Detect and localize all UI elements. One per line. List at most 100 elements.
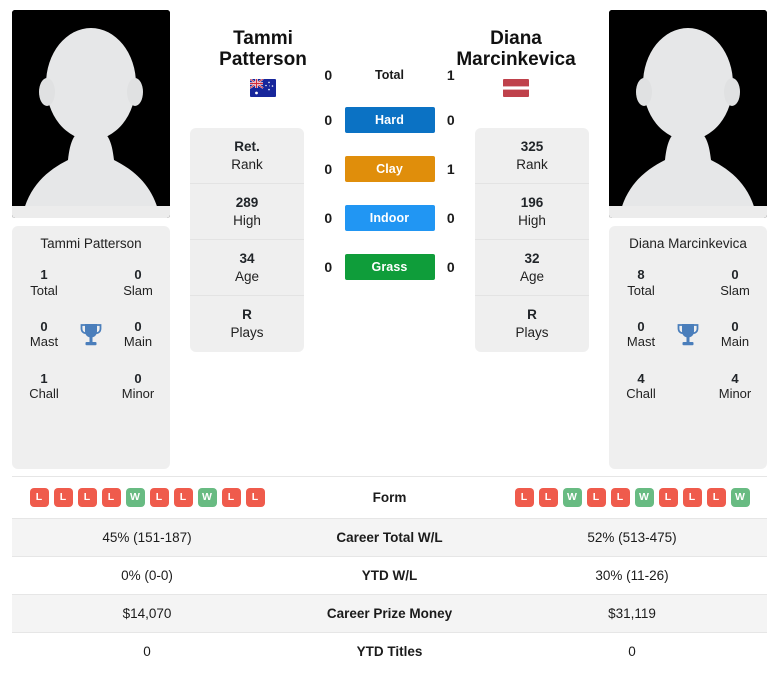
left-titles-mast: 0 Mast [20,319,68,351]
right-form-badge[interactable]: L [538,488,558,507]
left-titles-slam-label: Slam [123,282,153,298]
right-titles-total-value: 8 [637,267,645,282]
right-player-photo [609,10,767,218]
row-label-form: Form [372,490,407,505]
left-titles-minor-value: 0 [134,370,142,386]
left-player-first-name: Tammi [233,28,293,49]
comparison-table: LLLLWLLWLL Form LLWLLWLLLW 45% (151-187)… [12,476,767,670]
left-form-badge[interactable]: L [53,488,73,507]
right-player-titles-card: Diana Marcinkevica 8 Total 0 Slam 0 Mast [609,226,767,469]
left-form-badge[interactable]: L [221,488,241,507]
left-player-name-block[interactable]: Tammi Patterson [188,28,338,97]
player-avatar-placeholder-icon [12,10,170,218]
left-stat-high-label: High [233,212,261,228]
table-row-career-prize-money: $14,070 Career Prize Money $31,119 [12,594,767,633]
right-form-badge[interactable]: W [562,488,582,507]
right-player-stat-column: 325 Rank 196 High 32 Age R Plays [475,128,589,352]
left-form-badge[interactable]: L [101,488,121,507]
surface-badge-grass[interactable]: Grass [344,254,435,280]
left-form-badge[interactable]: L [29,488,49,507]
left-stat-rank-value: Ret. [234,138,260,154]
right-stat-high-label: High [518,212,546,228]
right-titles-chall-value: 4 [637,370,645,386]
right-stat-rank-value: 325 [520,138,544,154]
left-player-last-name: Patterson [219,49,307,71]
left-stat-age-label: Age [234,268,260,284]
left-stat-age-value: 34 [239,250,255,266]
right-titles-main: 0 Main [711,319,759,351]
right-titles-minor: 4 Minor [711,371,759,403]
left-form-badge[interactable]: W [125,488,145,507]
h2h-row-grass: 0 Grass 0 [312,254,467,280]
left-stat-high: 289 High [190,184,304,240]
right-form-cell: LLWLLWLLLW [497,477,767,519]
left-career-prize-money: $14,070 [122,606,172,621]
right-form-badge[interactable]: W [634,488,654,507]
right-stat-plays: R Plays [475,296,589,352]
row-label-career-total-wl: Career Total W/L [336,530,443,545]
right-titles-slam-label: Slam [720,282,750,298]
left-titles-grid: 1 Total 0 Slam 0 Mast 0 Main 1 Chall 0 M… [20,267,162,403]
right-player-name-block[interactable]: Diana Marcinkevica [441,28,591,97]
trophy-icon [68,322,114,348]
left-titles-minor: 0 Minor [114,371,162,403]
right-titles-mast-value: 0 [637,318,645,334]
right-form-badge[interactable]: L [682,488,702,507]
left-form-badge[interactable]: L [149,488,169,507]
right-form-badge[interactable]: L [610,488,630,507]
left-player-photo-column: Tammi Patterson 1 Total 0 Slam 0 Mast 0 … [12,10,170,469]
left-player-stat-column: Ret. Rank 289 High 34 Age R Plays [190,128,304,352]
left-stat-plays: R Plays [190,296,304,352]
h2h-grass-right-score: 0 [446,259,455,275]
left-stat-age: 34 Age [190,240,304,296]
left-stat-high-value: 289 [235,194,259,210]
australia-flag-icon [250,78,276,97]
right-form-badge[interactable]: W [730,488,750,507]
left-titles-chall: 1 Chall [20,371,68,403]
right-titles-chall: 4 Chall [617,371,665,403]
row-label-ytd-wl: YTD W/L [361,568,418,583]
right-form-badge[interactable]: L [658,488,678,507]
latvia-flag-icon [503,78,529,97]
surface-badge-clay[interactable]: Clay [344,156,435,182]
left-titles-slam-value: 0 [134,267,142,282]
right-titles-grid: 8 Total 0 Slam 0 Mast 0 Main 4 Chall 4 M… [617,267,759,403]
left-titles-main-label: Main [123,334,153,350]
left-ytd-wl: 0% (0-0) [121,568,173,583]
left-titles-chall-label: Chall [29,386,59,402]
right-stat-age: 32 Age [475,240,589,296]
right-titles-minor-value: 4 [731,370,739,386]
left-form-badge[interactable]: L [245,488,265,507]
head-to-head-list: 0 Total 1 0 Hard 0 0 Clay 1 0 Indoor 0 0… [312,66,467,303]
h2h-indoor-left-score: 0 [324,210,333,226]
right-stat-plays-label: Plays [515,325,549,341]
right-form-badge[interactable]: L [706,488,726,507]
left-form-badge[interactable]: L [173,488,193,507]
right-stat-high: 196 High [475,184,589,240]
row-label-ytd-titles: YTD Titles [356,644,423,659]
h2h-hard-right-score: 0 [446,112,455,128]
right-form-badge[interactable]: L [514,488,534,507]
left-titles-chall-value: 1 [40,370,48,386]
left-player-card-name: Tammi Patterson [40,236,142,251]
left-titles-mast-label: Mast [29,334,59,350]
right-titles-total-label: Total [627,282,655,298]
right-stat-age-label: Age [519,268,545,284]
surface-badge-hard[interactable]: Hard [344,107,435,133]
left-career-total-wl: 45% (151-187) [102,530,192,545]
player-comparison-page: Tammi Patterson 1 Total 0 Slam 0 Mast 0 … [0,0,779,699]
left-titles-total-label: Total [30,282,58,298]
left-form-badge[interactable]: L [77,488,97,507]
left-titles-mast-value: 0 [40,318,48,334]
right-titles-total: 8 Total [617,267,665,299]
right-titles-chall-label: Chall [626,386,656,402]
left-stat-plays-label: Plays [230,325,264,341]
left-titles-slam: 0 Slam [114,267,162,299]
left-form-badge[interactable]: W [197,488,217,507]
surface-badge-indoor[interactable]: Indoor [344,205,435,231]
right-form-badge[interactable]: L [586,488,606,507]
right-player-first-name: Diana [490,28,542,49]
h2h-row-clay: 0 Clay 1 [312,156,467,182]
right-titles-slam-value: 0 [731,267,739,282]
right-stat-age-value: 32 [524,250,540,266]
